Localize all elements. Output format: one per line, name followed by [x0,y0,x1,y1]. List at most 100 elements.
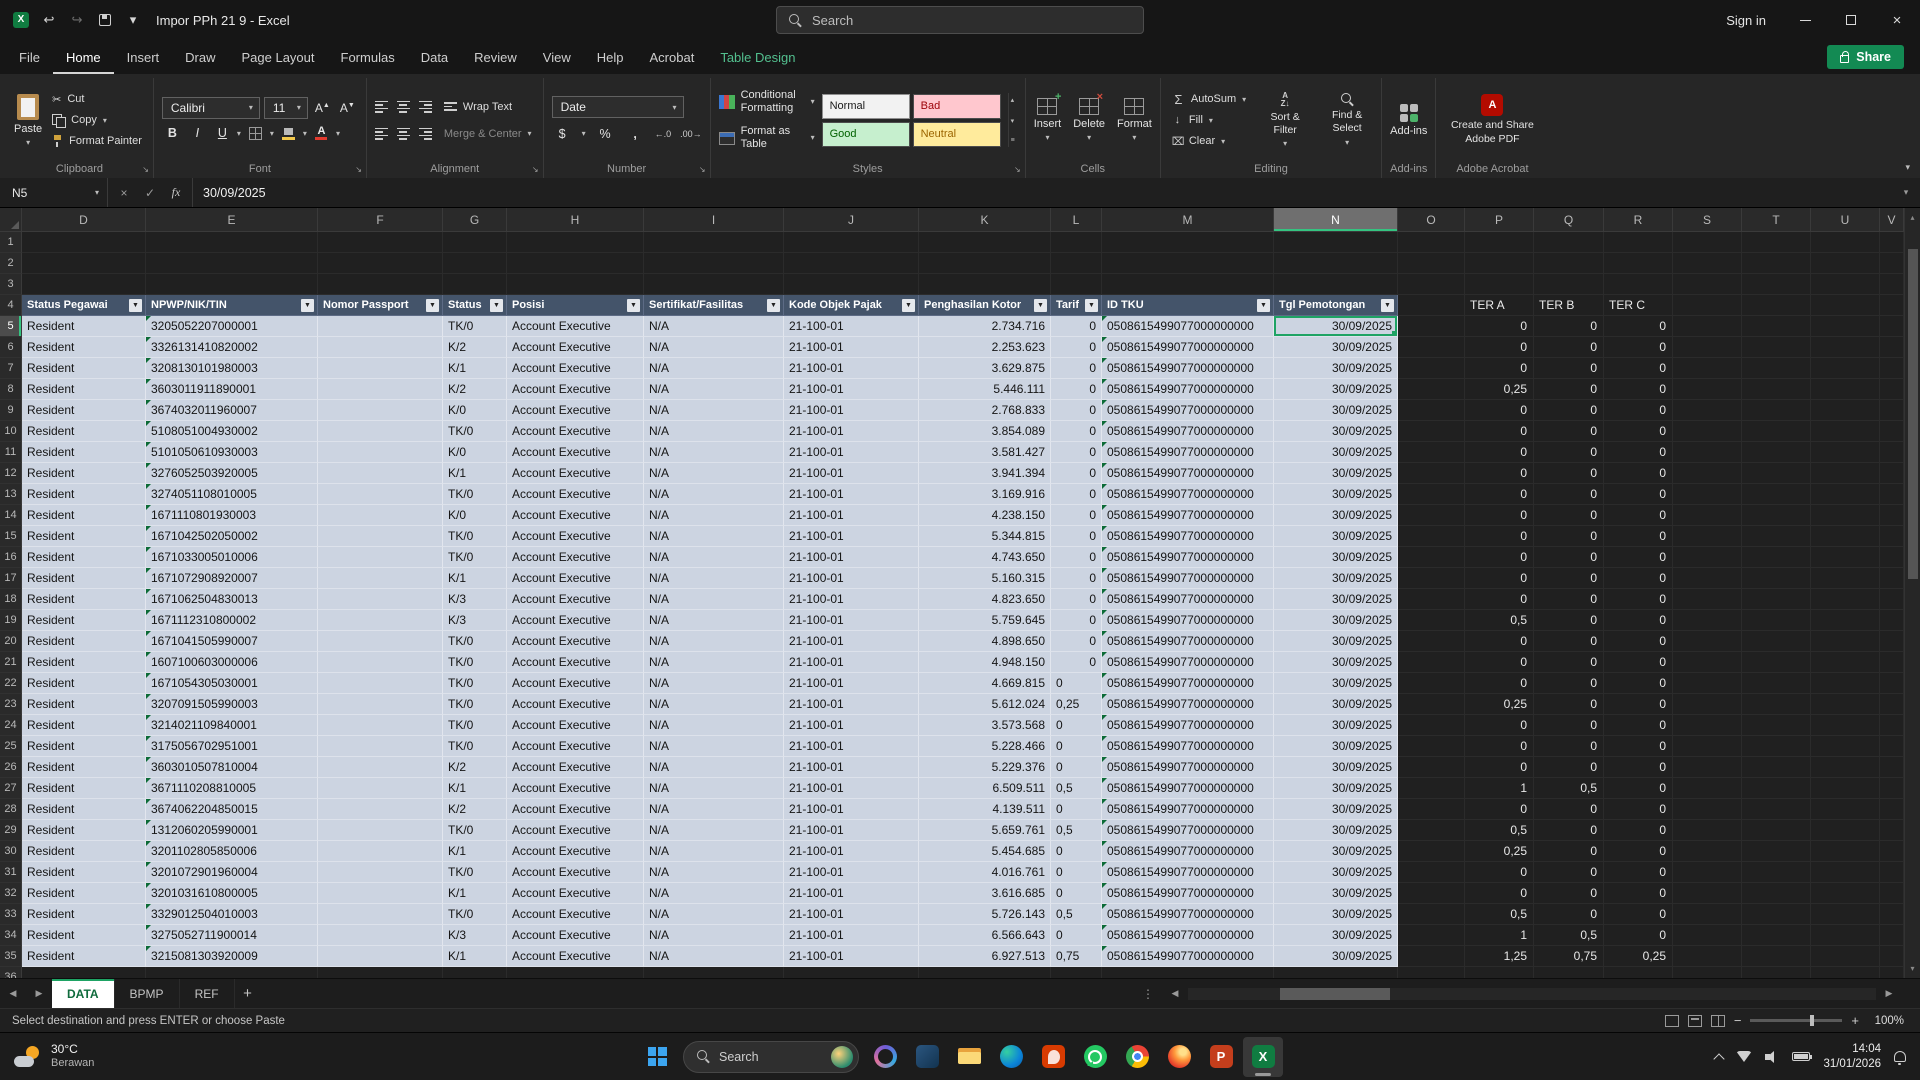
cell-F1[interactable] [318,232,443,253]
cell-U17[interactable] [1811,568,1880,589]
cell-L15[interactable]: 0 [1051,526,1102,547]
close-button[interactable]: × [1874,0,1920,40]
row-header-32[interactable]: 32 [0,883,22,904]
cell-D21[interactable]: Resident [22,652,146,673]
cell-K9[interactable]: 2.768.833 [919,400,1051,421]
cell-E3[interactable] [146,274,318,295]
cell-Q9[interactable]: 0 [1534,400,1604,421]
cell-Q27[interactable]: 0,5 [1534,778,1604,799]
cell-K33[interactable]: 5.726.143 [919,904,1051,925]
cell-P14[interactable]: 0 [1465,505,1534,526]
cell-J14[interactable]: 21-100-01 [784,505,919,526]
cell-Q15[interactable]: 0 [1534,526,1604,547]
filter-icon[interactable]: ▼ [902,299,915,312]
cell-O18[interactable] [1398,589,1465,610]
cell-K17[interactable]: 5.160.315 [919,568,1051,589]
cell-O24[interactable] [1398,715,1465,736]
cell-F20[interactable] [318,631,443,652]
column-header-H[interactable]: H [507,208,644,232]
cell-D2[interactable] [22,253,146,274]
cell-V5[interactable] [1880,316,1904,337]
cell-O17[interactable] [1398,568,1465,589]
cell-H4[interactable]: Posisi▼ [507,295,644,316]
cell-T19[interactable] [1742,610,1811,631]
cell-J36[interactable] [784,967,919,978]
cell-J4[interactable]: Kode Objek Pajak▼ [784,295,919,316]
filter-icon[interactable]: ▼ [129,299,142,312]
sheet-nav-right-icon[interactable]: ▶ [26,988,52,999]
cell-V29[interactable] [1880,820,1904,841]
cell-I19[interactable]: N/A [644,610,784,631]
normal-view-icon[interactable] [1665,1015,1679,1027]
select-all-corner[interactable] [0,208,22,232]
cell-Q31[interactable]: 0 [1534,862,1604,883]
row-header-1[interactable]: 1 [0,232,22,253]
cell-D24[interactable]: Resident [22,715,146,736]
cell-E16[interactable]: 1671033005010006 [146,547,318,568]
cell-E31[interactable]: 3201072901960004 [146,862,318,883]
cell-P27[interactable]: 1 [1465,778,1534,799]
cell-O25[interactable] [1398,736,1465,757]
cell-Q13[interactable]: 0 [1534,484,1604,505]
cell-K21[interactable]: 4.948.150 [919,652,1051,673]
sheet-nav-left-icon[interactable]: ◀ [0,988,26,999]
cell-F26[interactable] [318,757,443,778]
cell-N13[interactable]: 30/09/2025 [1274,484,1398,505]
cell-R7[interactable]: 0 [1604,358,1673,379]
cell-U9[interactable] [1811,400,1880,421]
cell-M16[interactable]: 0508615499077000000000 [1102,547,1274,568]
cell-J22[interactable]: 21-100-01 [784,673,919,694]
cell-U21[interactable] [1811,652,1880,673]
cell-G2[interactable] [443,253,507,274]
cell-D4[interactable]: Status Pegawai▼ [22,295,146,316]
cell-F35[interactable] [318,946,443,967]
cell-F14[interactable] [318,505,443,526]
tray-chevron-icon[interactable] [1714,1053,1725,1064]
cell-V18[interactable] [1880,589,1904,610]
cell-S5[interactable] [1673,316,1742,337]
cell-Q35[interactable]: 0,75 [1534,946,1604,967]
cell-K10[interactable]: 3.854.089 [919,421,1051,442]
cell-K11[interactable]: 3.581.427 [919,442,1051,463]
column-header-N[interactable]: N [1274,208,1398,232]
cell-M24[interactable]: 0508615499077000000000 [1102,715,1274,736]
weather-widget[interactable]: 30°C Berawan [0,1042,94,1071]
cell-O35[interactable] [1398,946,1465,967]
cell-P24[interactable]: 0 [1465,715,1534,736]
cell-M8[interactable]: 0508615499077000000000 [1102,379,1274,400]
cell-T24[interactable] [1742,715,1811,736]
row-header-17[interactable]: 17 [0,568,22,589]
cell-Q26[interactable]: 0 [1534,757,1604,778]
cell-P31[interactable]: 0 [1465,862,1534,883]
cell-D8[interactable]: Resident [22,379,146,400]
cell-V4[interactable] [1880,295,1904,316]
cell-K25[interactable]: 5.228.466 [919,736,1051,757]
cell-E32[interactable]: 3201031610800005 [146,883,318,904]
cell-R2[interactable] [1604,253,1673,274]
cell-S9[interactable] [1673,400,1742,421]
cell-S1[interactable] [1673,232,1742,253]
cell-P9[interactable]: 0 [1465,400,1534,421]
cell-Q29[interactable]: 0 [1534,820,1604,841]
cell-R27[interactable]: 0 [1604,778,1673,799]
cell-D34[interactable]: Resident [22,925,146,946]
cell-L4[interactable]: Tarif▼ [1051,295,1102,316]
cell-U35[interactable] [1811,946,1880,967]
cell-R16[interactable]: 0 [1604,547,1673,568]
row-header-13[interactable]: 13 [0,484,22,505]
sheet-more-icon[interactable]: ⋮ [1134,987,1162,1001]
cell-U4[interactable] [1811,295,1880,316]
cell-T16[interactable] [1742,547,1811,568]
cell-T20[interactable] [1742,631,1811,652]
cell-F8[interactable] [318,379,443,400]
middle-align-icon[interactable] [397,101,410,113]
cell-G8[interactable]: K/2 [443,379,507,400]
style-good[interactable]: Good [822,122,910,147]
styles-gallery-up-icon[interactable]: ▴ [1011,96,1015,104]
cell-H34[interactable]: Account Executive [507,925,644,946]
cell-S15[interactable] [1673,526,1742,547]
cell-M20[interactable]: 0508615499077000000000 [1102,631,1274,652]
cell-S22[interactable] [1673,673,1742,694]
cell-K31[interactable]: 4.016.761 [919,862,1051,883]
cell-G15[interactable]: TK/0 [443,526,507,547]
